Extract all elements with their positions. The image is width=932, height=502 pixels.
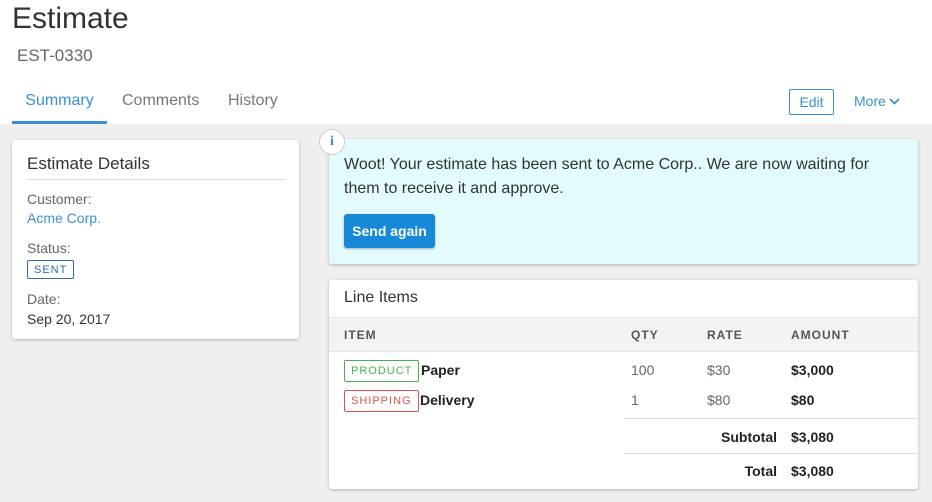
column-header-amount: AMOUNT [791,328,850,342]
tab-summary[interactable]: Summary [12,88,107,124]
total-value: $3,080 [791,463,834,479]
item-amount: $80 [791,392,815,408]
subtotal-value: $3,080 [791,429,834,445]
product-tag: PRODUCT [344,360,420,382]
edit-button[interactable]: Edit [789,89,834,115]
sent-notice: Woot! Your estimate has been sent to Acm… [329,139,918,264]
item-rate: $80 [707,392,731,408]
column-header-qty: QTY [631,328,659,342]
details-title: Estimate Details [27,154,150,173]
item-qty: 100 [631,362,655,378]
chevron-down-icon [889,98,900,105]
status-badge: SENT [27,260,75,279]
divider [624,453,918,454]
estimate-number: EST-0330 [17,46,93,65]
line-items-card: Line Items ITEM QTY RATE AMOUNT PRODUCT … [329,280,918,489]
column-header-rate: RATE [707,328,743,342]
shipping-tag: SHIPPING [344,390,419,412]
tab-comments[interactable]: Comments [122,88,199,124]
table-row: PRODUCT Paper 100 $30 $3,000 [329,360,918,384]
column-header-item: ITEM [344,328,377,342]
item-amount: $3,000 [791,362,834,378]
info-icon: i [319,129,345,155]
item-rate: $30 [707,362,731,378]
more-menu-button[interactable]: More [854,93,900,109]
tab-history[interactable]: History [228,88,278,124]
line-items-title: Line Items [344,289,418,306]
main-content: Estimate Details Customer: Acme Corp. St… [0,124,932,502]
divider [27,179,284,180]
send-again-button[interactable]: Send again [344,214,435,248]
divider [624,418,918,419]
status-label: Status: [27,240,71,256]
page-header: Estimate EST-0330 Summary Comments Histo… [0,0,932,124]
table-header: ITEM QTY RATE AMOUNT [329,317,918,352]
date-label: Date: [27,291,61,307]
date-value: Sep 20, 2017 [27,311,111,327]
page-title: Estimate [12,2,129,35]
more-label: More [854,93,886,109]
customer-link[interactable]: Acme Corp. [27,210,101,226]
notice-message: Woot! Your estimate has been sent to Acm… [344,156,870,197]
customer-label: Customer: [27,191,92,207]
item-name: Paper [421,362,460,378]
subtotal-label: Subtotal [721,429,777,445]
total-label: Total [744,463,777,479]
item-qty: 1 [631,392,639,408]
table-row: SHIPPING Delivery 1 $80 $80 [329,390,918,414]
estimate-details-card: Estimate Details Customer: Acme Corp. St… [12,140,299,339]
item-name: Delivery [420,392,475,408]
